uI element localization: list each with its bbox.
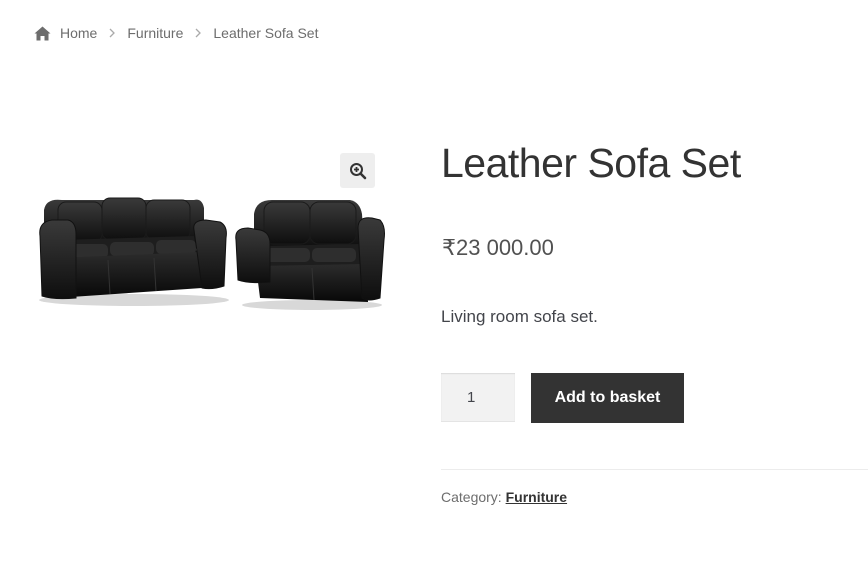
add-to-basket-button[interactable]: Add to basket <box>531 373 684 423</box>
product-meta: Category: Furniture <box>441 489 567 505</box>
zoom-in-icon <box>349 162 366 179</box>
chevron-right-icon <box>109 28 116 38</box>
home-icon <box>34 26 51 40</box>
breadcrumb-category-link[interactable]: Furniture <box>127 25 183 41</box>
chevron-right-icon <box>195 28 202 38</box>
product-image[interactable] <box>34 148 386 318</box>
category-label: Category: <box>441 489 502 505</box>
breadcrumb-home-link[interactable]: Home <box>60 25 97 41</box>
two-seat-sofa <box>235 200 385 302</box>
breadcrumb-current: Leather Sofa Set <box>213 25 319 41</box>
zoom-button[interactable] <box>340 153 375 188</box>
divider <box>441 469 868 470</box>
product-title: Leather Sofa Set <box>441 140 741 186</box>
product-description: Living room sofa set. <box>441 307 598 326</box>
category-link[interactable]: Furniture <box>506 489 567 505</box>
product-price: ₹23 000.00 <box>442 235 554 260</box>
breadcrumb: Home Furniture Leather Sofa Set <box>34 25 318 41</box>
three-seat-sofa <box>39 197 227 300</box>
quantity-input[interactable] <box>441 373 515 422</box>
product-page: Home Furniture Leather Sofa Set Leather … <box>0 0 868 561</box>
